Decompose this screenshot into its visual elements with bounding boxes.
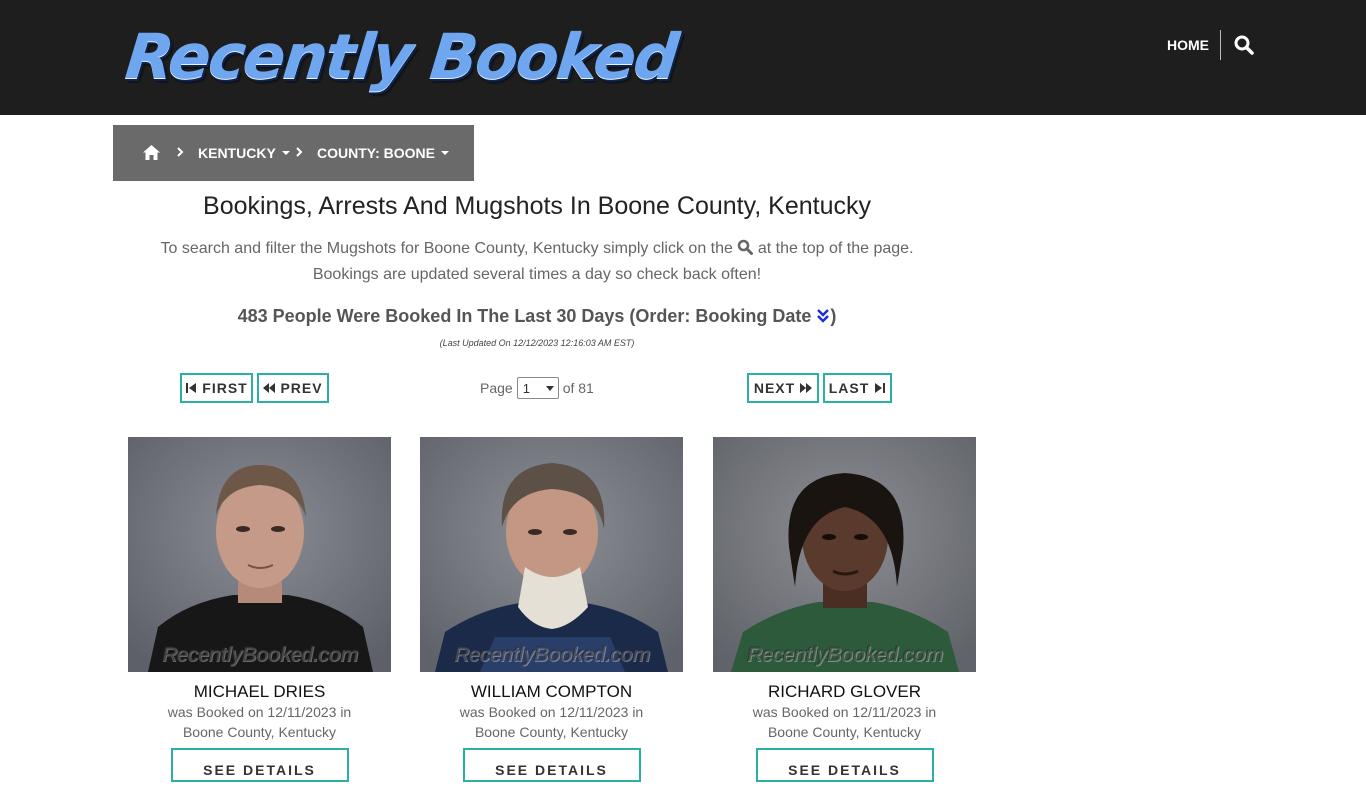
next-page-button[interactable]: NEXT (747, 373, 819, 403)
booking-location-text: Boone County, Kentucky (474, 724, 629, 740)
search-icon (737, 238, 754, 255)
first-page-button[interactable]: FIRST (180, 373, 253, 403)
last-page-button[interactable]: LAST (823, 373, 892, 403)
intro-text-part2: at the top of the page. (757, 240, 914, 257)
booking-count-text: 483 People Were Booked In The Last 30 Da… (237, 306, 812, 326)
home-icon[interactable] (143, 145, 160, 160)
booking-date-text: was Booked on 12/11/2023 in (752, 704, 937, 720)
breadcrumb: KENTUCKY COUNTY: BOONE (113, 125, 474, 181)
caret-down-icon (281, 151, 290, 155)
breadcrumb-county-label: COUNTY: BOONE (317, 145, 435, 161)
intro-text: To search and filter the Mugshots for Bo… (113, 236, 961, 288)
search-icon[interactable] (1234, 35, 1254, 55)
person-name[interactable]: MICHAEL DRIES (128, 682, 391, 702)
booking-card[interactable]: RecentlyBooked.com MICHAEL DRIES was Boo… (128, 437, 391, 782)
intro-text-line2: Bookings are updated several times a day… (312, 266, 762, 283)
chevron-down-icon (545, 385, 554, 391)
breadcrumb-state-label: KENTUCKY (198, 145, 276, 161)
double-chevron-down-icon[interactable] (816, 305, 830, 323)
see-details-button[interactable]: SEE DETAILS (170, 748, 349, 782)
site-logo[interactable]: Recently Booked (122, 18, 680, 96)
page-selector: Page 1 of 81 (480, 376, 594, 400)
site-header: Recently Booked HOME (0, 0, 1366, 115)
breadcrumb-county[interactable]: COUNTY: BOONE (317, 145, 449, 161)
booking-date-text: was Booked on 12/11/2023 in (167, 704, 352, 720)
page-select-value: 1 (522, 380, 530, 396)
booking-card[interactable]: RecentlyBooked.com WILLIAM COMPTON was B… (420, 437, 683, 782)
prev-page-label: PREV (280, 380, 323, 396)
mugshot-image[interactable]: RecentlyBooked.com (420, 437, 683, 672)
last-page-label: LAST (828, 380, 870, 396)
watermark: RecentlyBooked.com (453, 643, 651, 666)
page-total-label: of 81 (562, 380, 594, 396)
watermark: RecentlyBooked.com (746, 643, 944, 666)
page-select[interactable]: 1 (516, 377, 559, 399)
page-title: Bookings, Arrests And Mugshots In Boone … (203, 192, 871, 220)
person-name[interactable]: RICHARD GLOVER (713, 682, 976, 702)
backward-icon (263, 383, 276, 393)
mugshot-image[interactable]: RecentlyBooked.com (713, 437, 976, 672)
next-page-label: NEXT (753, 380, 796, 396)
nav-home-link[interactable]: HOME (1167, 37, 1209, 53)
booking-location-text: Boone County, Kentucky (767, 724, 922, 740)
watermark: RecentlyBooked.com (161, 643, 359, 666)
chevron-right-icon (295, 145, 303, 159)
forward-icon (800, 383, 813, 393)
see-details-button[interactable]: SEE DETAILS (755, 748, 934, 782)
prev-page-button[interactable]: PREV (257, 373, 329, 403)
person-name[interactable]: WILLIAM COMPTON (420, 682, 683, 702)
page-label: Page (480, 380, 513, 396)
last-updated: (Last Updated On 12/12/2023 12:16:03 AM … (439, 338, 635, 348)
nav-divider (1220, 30, 1221, 60)
booking-count: 483 People Were Booked In The Last 30 Da… (113, 303, 961, 329)
booking-date-text: was Booked on 12/11/2023 in (459, 704, 644, 720)
first-page-label: FIRST (202, 380, 248, 396)
see-details-button[interactable]: SEE DETAILS (462, 748, 641, 782)
intro-text-part1: To search and filter the Mugshots for Bo… (160, 240, 733, 257)
caret-down-icon (440, 151, 449, 155)
breadcrumb-state[interactable]: KENTUCKY (198, 145, 290, 161)
booking-location-text: Boone County, Kentucky (182, 724, 337, 740)
mugshot-image[interactable]: RecentlyBooked.com (128, 437, 391, 672)
booking-card[interactable]: RecentlyBooked.com RICHARD GLOVER was Bo… (713, 437, 976, 782)
booking-info: was Booked on 12/11/2023 in Boone County… (420, 702, 683, 742)
booking-count-close: ) (830, 306, 837, 326)
booking-info: was Booked on 12/11/2023 in Boone County… (128, 702, 391, 742)
chevron-right-icon (176, 145, 184, 159)
step-backward-icon (186, 383, 197, 393)
booking-info: was Booked on 12/11/2023 in Boone County… (713, 702, 976, 742)
step-forward-icon (875, 383, 886, 393)
